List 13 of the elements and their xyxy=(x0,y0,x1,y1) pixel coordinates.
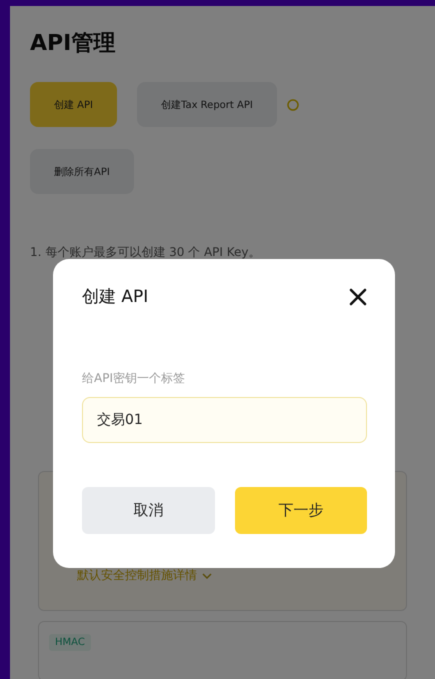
action-button[interactable]: 删除所有API xyxy=(30,149,134,194)
page-title: API管理 xyxy=(30,30,116,58)
key-type-tag: HMAC xyxy=(49,634,91,651)
cancel-button[interactable]: 取消 xyxy=(82,487,214,534)
action-button[interactable]: 创建 API xyxy=(30,82,117,127)
chevron-down-icon xyxy=(202,572,212,580)
action-button[interactable]: 创建Tax Report API xyxy=(137,82,277,127)
dialog-title: 创建 API xyxy=(82,286,148,308)
close-icon[interactable] xyxy=(349,288,367,306)
note-text: 1. 每个账户最多可以创建 30 个 API Key。 xyxy=(30,244,262,261)
label-input[interactable]: 交易01 xyxy=(82,397,367,443)
next-button[interactable]: 下一步 xyxy=(234,487,367,534)
field-label: 给API密钥一个标签 xyxy=(82,370,186,387)
